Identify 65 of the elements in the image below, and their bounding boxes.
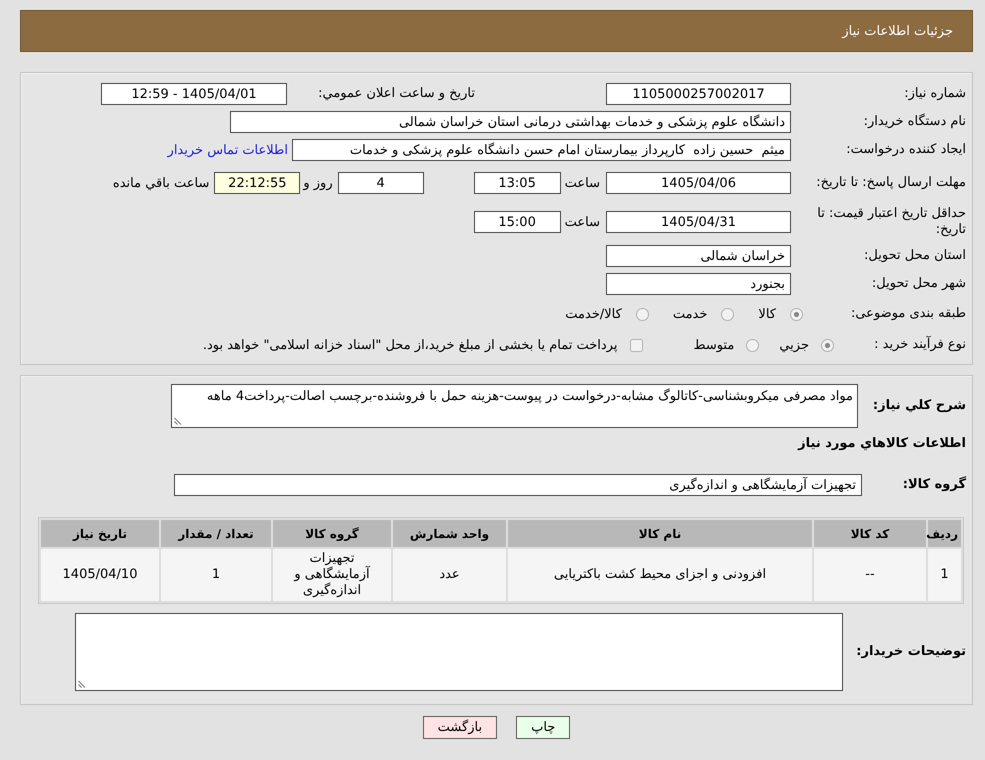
field-label: حداقل تاریخ اعتبار قیمت: تا تاریخ: (817, 206, 966, 237)
radio-button[interactable] (636, 308, 649, 320)
column-header: ردیف (928, 520, 961, 547)
back-button[interactable]: بازگشت (422, 716, 498, 739)
city-field[interactable]: بجنورد (606, 273, 791, 295)
radio-button[interactable] (821, 338, 834, 352)
description-field[interactable]: مواد مصرفی میکروبشناسی-کاتالوگ مشابه-درخواست در پیوست-هزینه حمل با فروشنده-برچسب اصالت-پرداخت4 ماهه (171, 384, 858, 428)
resize-grip-icon[interactable] (174, 417, 182, 425)
radio-label: کالا/خدمت (565, 306, 622, 322)
field-label: طبقه بندی موضوعی: (850, 306, 966, 321)
column-header: تاریخ نیاز (41, 520, 159, 547)
radio-button[interactable] (721, 308, 734, 320)
goods-group-field[interactable]: تجهیزات آزمایشگاهی و اندازه‌گیری (174, 474, 862, 496)
section-title: اطلاعات کالاهاي مورد نیاز (798, 436, 966, 453)
validity-date-field[interactable]: 1405/04/31 (606, 211, 791, 233)
column-header: گروه کالا (273, 520, 391, 547)
announce-date-field[interactable]: 1405/04/01 - 12:59 (101, 83, 287, 105)
checkbox[interactable] (630, 338, 644, 352)
field-label: شهر محل تحویل: (872, 276, 966, 291)
field-label: استان محل تحویل: (864, 248, 966, 263)
radio-button[interactable] (790, 308, 803, 320)
province-field[interactable]: خراسان شمالی (606, 245, 791, 267)
field-label: نام دستگاه خریدار: (864, 114, 966, 129)
radio-label: خدمت (672, 306, 708, 322)
table-cell: 1 (928, 549, 961, 601)
buyer-org-field[interactable]: دانشگاه علوم پزشکی و خدمات بهداشتی درمانی استان خراسان شمالی (230, 111, 791, 133)
table-cell: عدد (393, 549, 506, 601)
page-title: جزئیات اطلاعات نیاز (842, 24, 953, 38)
field-label: نوع فرآیند خرید : (874, 337, 966, 352)
field-label: گروه کالا: (902, 477, 966, 492)
days-label: روز و (303, 176, 333, 190)
column-header: واحد شمارش (393, 520, 506, 547)
notes-field[interactable] (75, 613, 843, 691)
table-cell: 1 (161, 549, 271, 601)
resize-grip-icon[interactable] (78, 680, 86, 688)
radio-label: متوسط (693, 338, 734, 352)
checkbox-label: پرداخت تمام یا بخشی از مبلغ خرید،از محل "اسناد خزانه اسلامی" خواهد بود. (202, 338, 618, 352)
deadline-time-field[interactable]: 13:05 (474, 172, 561, 194)
remaining-label: ساعت باقي مانده (112, 176, 210, 190)
field-label: شرح کلي نیاز: (872, 398, 966, 413)
radio-label: جزيي (779, 338, 809, 352)
time-label: ساعت (564, 214, 600, 230)
requester-field[interactable]: میثم حسین زاده کارپرداز بیمارستان امام حسن دانشگاه علوم پزشکی و خدمات (292, 139, 791, 161)
table-cell: افزودنی و اجزای محیط کشت باکتریایی (508, 549, 812, 601)
radio-button[interactable] (746, 338, 760, 352)
days-field[interactable]: 4 (338, 172, 424, 194)
print-button[interactable]: چاپ (516, 716, 570, 739)
field-label: ایجاد کننده درخواست: (846, 142, 966, 157)
table-cell: تجهیزات آزمایشگاهی و اندازه‌گیری (273, 549, 391, 601)
time-label: ساعت (564, 176, 600, 190)
deadline-date-field[interactable]: 1405/04/06 (606, 172, 791, 194)
remaining-time-field[interactable]: 22:12:55 (214, 172, 300, 194)
field-label: شماره نیاز: (904, 86, 966, 101)
need-number-field[interactable]: 1105000257002017 (606, 83, 791, 105)
column-header: نام کالا (508, 520, 812, 547)
field-label: تاریخ و ساعت اعلان عمومي: (318, 86, 475, 101)
column-header: کد کالا (814, 520, 926, 547)
table-cell: 1405/04/10 (41, 549, 159, 601)
validity-time-field[interactable]: 15:00 (474, 211, 561, 233)
column-header: تعداد / مقدار (161, 520, 271, 547)
field-label: مهلت ارسال پاسخ: تا تاریخ: (816, 175, 966, 190)
buyer-contact-link[interactable]: اطلاعات تماس خریدار (168, 142, 288, 158)
table-cell: -- (814, 549, 926, 601)
radio-label: کالا (758, 306, 776, 322)
field-label: توضیحات خریدار: (856, 644, 966, 659)
